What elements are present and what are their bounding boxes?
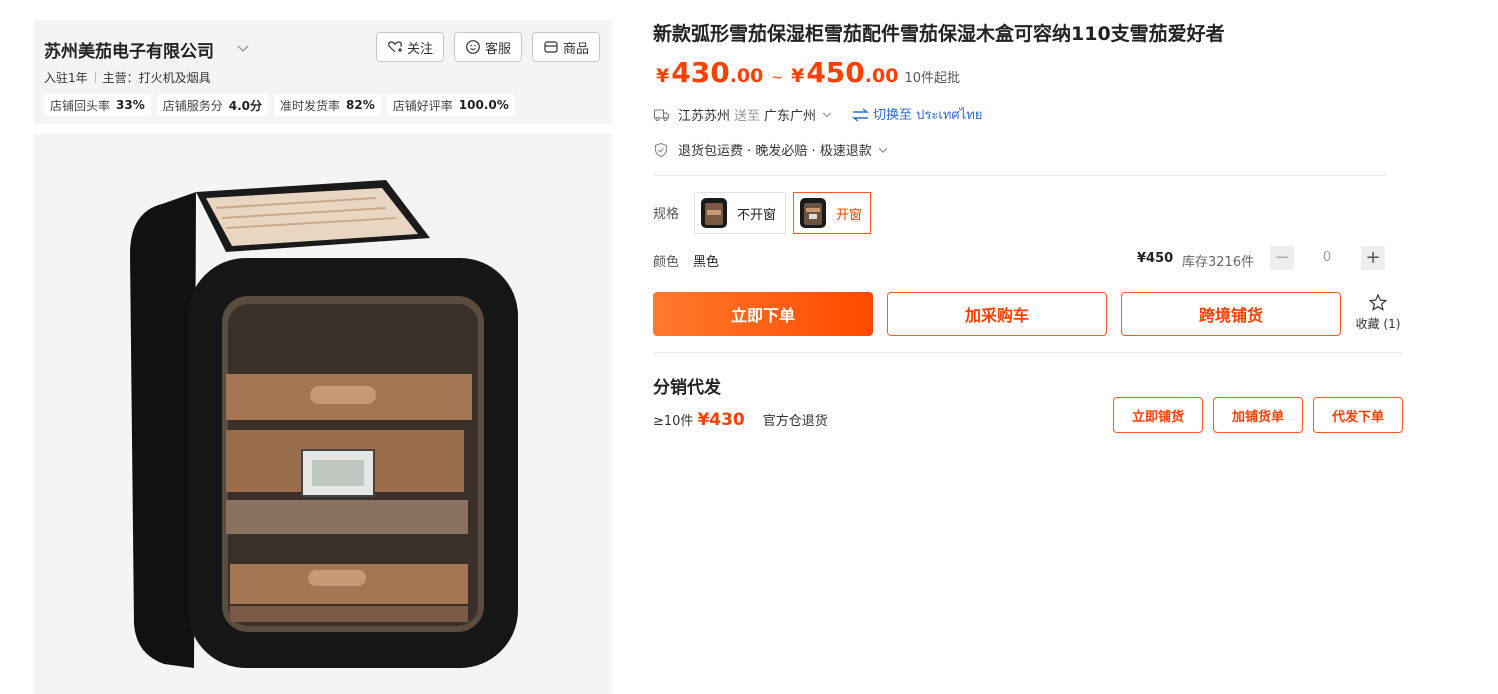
stat-label: 店铺回头率 xyxy=(50,98,111,113)
meta-divider xyxy=(94,72,96,83)
star-icon xyxy=(1368,293,1388,311)
ship-to-word: 送至 xyxy=(734,109,761,124)
stat-value: 33% xyxy=(116,98,145,112)
stat-ontime-delivery: 准时发货率 82% xyxy=(274,94,381,116)
spec-option-label: 开窗 xyxy=(836,207,863,223)
shop-meta: 入驻1年 主营：打火机及烟具 xyxy=(44,69,211,86)
service-text: 退货包运费 · 晚发必赔 · 极速退款 xyxy=(678,144,872,159)
quantity-decrement-button[interactable]: − xyxy=(1270,246,1294,270)
spec-option-label: 不开窗 xyxy=(737,207,777,223)
price-high-dec: .00 xyxy=(864,65,899,87)
stat-label: 店铺好评率 xyxy=(392,98,453,113)
color-value: 黑色 xyxy=(693,255,720,270)
chat-smile-icon xyxy=(466,40,480,54)
stat-return-rate: 店铺回头率 33% xyxy=(44,94,151,116)
spec-label: 规格 xyxy=(653,207,680,222)
stat-value: 4.0分 xyxy=(228,98,263,113)
store-icon xyxy=(544,41,558,53)
add-to-list-button[interactable]: 加铺货单 xyxy=(1213,397,1303,433)
distribution-info: ≥10件 ¥430 官方仓退货 xyxy=(653,410,828,430)
divider xyxy=(653,175,1387,176)
shop-goods-button[interactable]: 商品 xyxy=(531,32,600,62)
distribution-title: 分销代发 xyxy=(653,378,721,398)
stat-label: 准时发货率 xyxy=(280,98,341,113)
service-label: 客服 xyxy=(484,41,511,57)
add-to-cart-button[interactable]: 加采购车 xyxy=(887,292,1107,336)
shipping-row: 江苏苏州 送至 广东广州 切换至 ประเทศไทย xyxy=(653,104,982,125)
stat-service-score: 店铺服务分 4.0分 xyxy=(156,94,269,116)
follow-label: 关注 xyxy=(406,41,433,57)
goods-label: 商品 xyxy=(562,41,589,57)
stat-value: 82% xyxy=(346,98,375,112)
swap-arrows-icon xyxy=(852,107,870,122)
stock-count: 库存3216件 xyxy=(1182,255,1255,270)
quantity-increment-button[interactable]: + xyxy=(1361,246,1385,270)
follow-button[interactable]: 关注 xyxy=(375,32,444,62)
list-now-button[interactable]: 立即铺货 xyxy=(1113,397,1203,433)
cross-border-list-button[interactable]: 跨境铺货 xyxy=(1121,292,1341,336)
chevron-down-icon[interactable] xyxy=(876,143,890,157)
switch-region-label: 切换至 ประเทศไทย xyxy=(873,108,983,123)
buy-now-button[interactable]: 立即下单 xyxy=(653,292,873,336)
quantity-input[interactable]: 0 xyxy=(1307,250,1347,265)
chevron-down-icon[interactable] xyxy=(820,108,834,122)
shop-card: 苏州美茄电子有限公司 关注 客服 商品 入驻1年 主营：打火机及烟具 店铺回头率… xyxy=(34,20,612,124)
ship-to[interactable]: 广东广州 xyxy=(764,105,816,124)
currency-symbol: ¥ xyxy=(791,65,805,87)
shield-check-icon xyxy=(654,142,668,157)
price-low-dec: .00 xyxy=(729,65,764,87)
product-thumbnail xyxy=(701,198,727,228)
stat-value: 100.0% xyxy=(458,98,509,112)
ship-from: 江苏苏州 xyxy=(678,109,731,124)
chevron-down-icon[interactable] xyxy=(234,39,252,57)
currency-symbol: ¥ xyxy=(656,65,670,87)
distribution-price: ¥430 xyxy=(697,410,745,430)
shop-main-business: 主营：打火机及烟具 xyxy=(102,71,211,85)
heart-plus-icon xyxy=(388,41,402,53)
switch-region-link[interactable]: 切换至 ประเทศไทย xyxy=(852,104,982,125)
shop-stats: 店铺回头率 33% 店铺服务分 4.0分 准时发货率 82% 店铺好评率 100.0% xyxy=(44,94,515,116)
product-main-image[interactable] xyxy=(34,134,612,694)
truck-icon xyxy=(653,109,670,122)
product-thumbnail xyxy=(800,198,826,228)
price-range: ¥ 430 .00 ~ ¥ 450 .00 10件起批 xyxy=(656,56,960,89)
shop-settled: 入驻1年 xyxy=(44,71,88,85)
spec-option-window[interactable]: 开窗 xyxy=(793,192,871,234)
favorite-button[interactable]: 收藏 (1) xyxy=(1350,293,1406,332)
price-separator: ~ xyxy=(771,70,784,86)
color-label: 颜色 xyxy=(653,255,680,270)
divider xyxy=(653,352,1403,353)
dropship-order-button[interactable]: 代发下单 xyxy=(1313,397,1403,433)
distribution-return-note: 官方仓退货 xyxy=(762,414,828,429)
unit-price: ¥450 xyxy=(1137,251,1174,266)
price-low-int: 430 xyxy=(671,56,730,89)
stat-label: 店铺服务分 xyxy=(162,98,223,113)
shop-name[interactable]: 苏州美茄电子有限公司 xyxy=(44,37,214,62)
price-high-int: 450 xyxy=(806,56,865,89)
distribution-moq: ≥10件 xyxy=(653,414,694,429)
product-title: 新款弧形雪茄保湿柜雪茄配件雪茄保湿木盒可容纳110支雪茄爱好者 xyxy=(653,23,1225,45)
min-order-qty: 10件起批 xyxy=(904,71,960,86)
favorite-label: 收藏 (1) xyxy=(1355,317,1401,331)
stat-positive-rate: 店铺好评率 100.0% xyxy=(386,94,515,116)
spec-option-no-window[interactable]: 不开窗 xyxy=(694,192,786,234)
shop-actions: 关注 客服 商品 xyxy=(375,32,600,62)
service-guarantees[interactable]: 退货包运费 · 晚发必赔 · 极速退款 xyxy=(653,140,890,159)
customer-service-button[interactable]: 客服 xyxy=(453,32,522,62)
cigar-humidor-illustration xyxy=(130,180,518,668)
